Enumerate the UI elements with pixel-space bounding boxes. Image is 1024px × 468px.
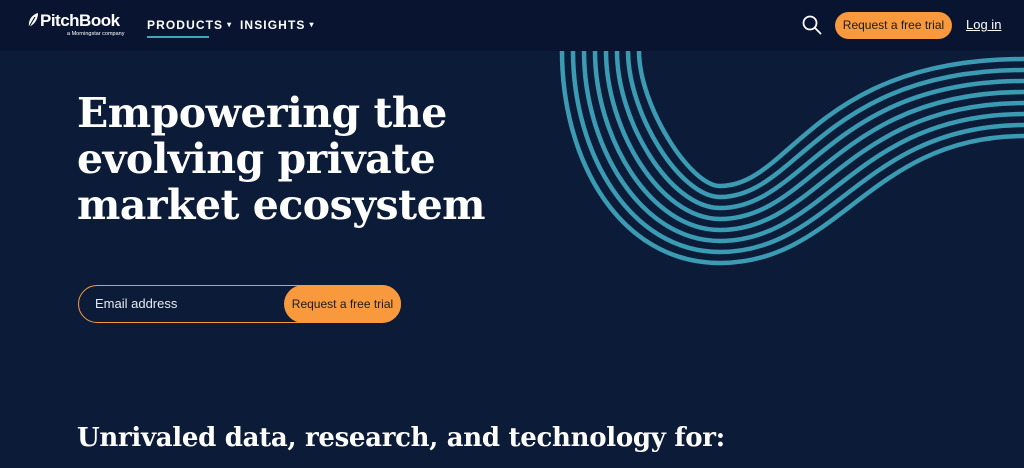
nav-insights-label: INSIGHTS xyxy=(240,18,306,32)
nav-products-label: PRODUCTS xyxy=(147,18,224,32)
hero-title-line: Empowering the xyxy=(77,89,447,137)
hero-title: Empowering the evolving private market e… xyxy=(77,90,517,228)
section-heading: Unrivaled data, research, and technology… xyxy=(77,423,725,453)
top-navigation-bar: PitchBook a Morningstar company PRODUCTS… xyxy=(0,0,1024,51)
request-trial-submit-button[interactable]: Request a free trial xyxy=(284,284,401,323)
wave-lines-graphic xyxy=(559,51,1024,266)
nav-insights[interactable]: INSIGHTS ▾ xyxy=(240,17,315,33)
chevron-down-icon: ▾ xyxy=(227,20,233,29)
nav-active-underline xyxy=(147,36,209,38)
email-signup-form: Email address Request a free trial xyxy=(78,284,401,323)
pitchbook-logo[interactable]: PitchBook a Morningstar company xyxy=(26,11,126,41)
request-trial-button[interactable]: Request a free trial xyxy=(835,12,952,39)
search-icon[interactable] xyxy=(802,15,822,35)
hero-title-line: evolving private xyxy=(77,135,436,183)
leaf-icon xyxy=(28,13,38,28)
email-input[interactable]: Email address xyxy=(95,296,177,312)
hero-title-line: market ecosystem xyxy=(77,181,486,229)
login-link[interactable]: Log in xyxy=(966,17,1001,33)
nav-products[interactable]: PRODUCTS ▾ xyxy=(147,17,232,33)
logo-subtitle: a Morningstar company xyxy=(67,31,125,37)
chevron-down-icon: ▾ xyxy=(309,20,315,29)
logo-wordmark: PitchBook xyxy=(40,11,120,30)
